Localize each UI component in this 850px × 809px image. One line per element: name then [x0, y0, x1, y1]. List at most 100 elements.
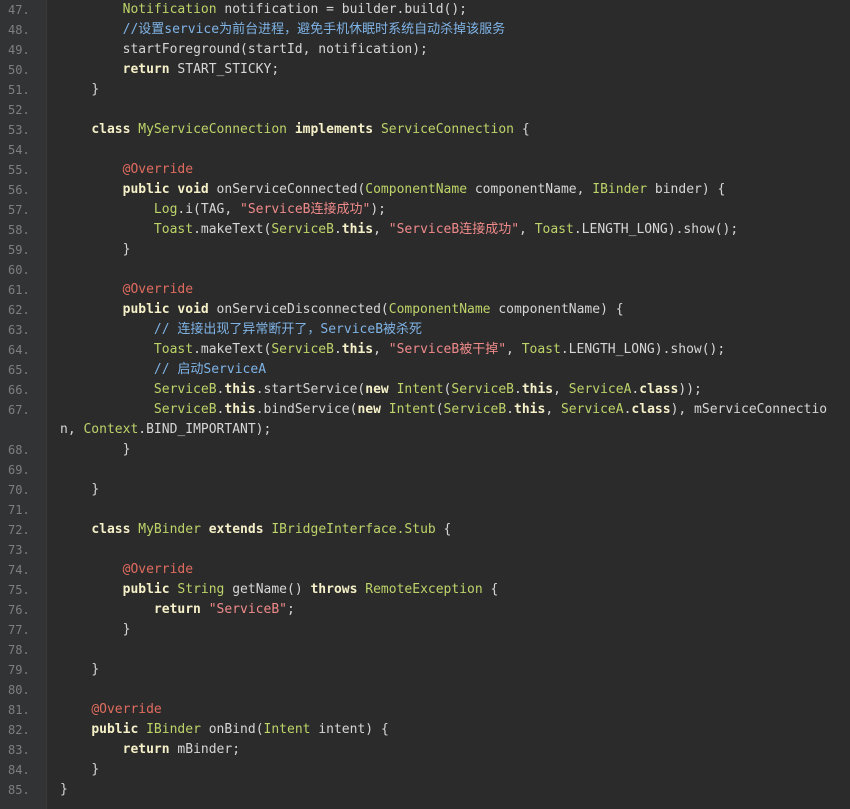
- line-number: 75.: [8, 583, 30, 597]
- code-text: }: [60, 760, 840, 780]
- code-line[interactable]: 56. public void onServiceConnected(Compo…: [0, 180, 850, 200]
- code-line[interactable]: 72. class MyBinder extends IBridgeInterf…: [0, 520, 850, 540]
- code-line[interactable]: 53. class MyServiceConnection implements…: [0, 120, 850, 140]
- code-line[interactable]: 84. }: [0, 760, 850, 780]
- code-token: componentName,: [467, 182, 593, 197]
- code-line[interactable]: 75. public String getName() throws Remot…: [0, 580, 850, 600]
- code-token: );: [370, 202, 386, 217]
- code-text: return "ServiceB";: [60, 600, 840, 620]
- code-text: class MyBinder extends IBridgeInterface.…: [60, 520, 840, 540]
- code-line[interactable]: 79. }: [0, 660, 850, 680]
- code-line[interactable]: 71.: [0, 500, 850, 520]
- code-token: class: [631, 402, 671, 417]
- code-token: RemoteException: [365, 582, 483, 597]
- code-token: //设置service为前台进程，避免手机休眠时系统自动杀掉该服务: [122, 22, 506, 37]
- line-number: 71.: [8, 503, 30, 517]
- code-token: }: [91, 82, 100, 97]
- code-line[interactable]: 74. @Override: [0, 560, 850, 580]
- code-token: class: [91, 122, 131, 137]
- code-line[interactable]: 54.: [0, 140, 850, 160]
- code-token: Intent: [396, 382, 444, 397]
- code-line[interactable]: 64. Toast.makeText(ServiceB.this, "Servi…: [0, 340, 850, 360]
- line-number: 59.: [8, 243, 30, 257]
- code-line[interactable]: 83. return mBinder;: [0, 740, 850, 760]
- code-line[interactable]: 77. }: [0, 620, 850, 640]
- line-number: 70.: [8, 483, 30, 497]
- code-editor[interactable]: 47. Notification notification = builder.…: [0, 0, 850, 809]
- code-line[interactable]: 48. //设置service为前台进程，避免手机休眠时系统自动杀掉该服务: [0, 20, 850, 40]
- code-token: componentName) {: [490, 302, 624, 317]
- line-number: 47.: [8, 3, 30, 17]
- code-token: "ServiceB": [208, 602, 287, 617]
- code-line[interactable]: 80.: [0, 680, 850, 700]
- code-line[interactable]: 50. return START_STICKY;: [0, 60, 850, 80]
- code-line[interactable]: 81. @Override: [0, 700, 850, 720]
- code-line[interactable]: 78.: [0, 640, 850, 660]
- code-line[interactable]: 62. public void onServiceDisconnected(Co…: [0, 300, 850, 320]
- line-number: 69.: [8, 463, 30, 477]
- code-line[interactable]: 55. @Override: [0, 160, 850, 180]
- code-line[interactable]: 59. }: [0, 240, 850, 260]
- code-line[interactable]: 70. }: [0, 480, 850, 500]
- code-token: this: [521, 382, 554, 397]
- code-token: .: [514, 382, 522, 397]
- code-line[interactable]: 73.: [0, 540, 850, 560]
- code-line[interactable]: 47. Notification notification = builder.…: [0, 0, 850, 20]
- code-token: new: [365, 382, 389, 397]
- code-token: (: [435, 402, 444, 417]
- code-token: Toast: [521, 342, 561, 357]
- code-line[interactable]: 52.: [0, 100, 850, 120]
- code-token: ServiceB: [153, 382, 217, 397]
- code-line[interactable]: 61. @Override: [0, 280, 850, 300]
- code-line[interactable]: 82. public IBinder onBind(Intent intent)…: [0, 720, 850, 740]
- code-line[interactable]: 66. ServiceB.this.startService(new Inten…: [0, 380, 850, 400]
- code-line[interactable]: 65. // 启动ServiceA: [0, 360, 850, 380]
- code-token: {: [482, 582, 499, 597]
- code-line[interactable]: 57. Log.i(TAG, "ServiceB连接成功");: [0, 200, 850, 220]
- code-line[interactable]: 63. // 连接出现了异常断开了，ServiceB被杀死: [0, 320, 850, 340]
- line-number: 60.: [8, 263, 30, 277]
- code-token: .: [333, 342, 342, 357]
- code-token: this: [224, 402, 256, 417]
- code-line[interactable]: 51. }: [0, 80, 850, 100]
- code-token: IBinder: [592, 182, 648, 197]
- code-line[interactable]: 68. }: [0, 440, 850, 460]
- code-token: notification = builder.build();: [216, 2, 467, 17]
- code-token: ServiceConnection: [380, 122, 514, 137]
- line-number: 48.: [8, 23, 30, 37]
- code-line[interactable]: 58. Toast.makeText(ServiceB.this, "Servi…: [0, 220, 850, 240]
- code-area[interactable]: 47. Notification notification = builder.…: [0, 0, 850, 800]
- code-token: @Override: [122, 562, 194, 577]
- line-number: 61.: [8, 283, 30, 297]
- code-token: public: [91, 722, 139, 737]
- code-line[interactable]: 85.}: [0, 780, 850, 800]
- code-token: onServiceConnected(: [208, 182, 366, 197]
- line-number: 77.: [8, 623, 30, 637]
- code-text: Notification notification = builder.buil…: [60, 0, 840, 20]
- code-token: // 连接出现了异常断开了，ServiceB被杀死: [153, 322, 423, 337]
- code-text: startForeground(startId, notification);: [60, 40, 840, 60]
- line-number: 80.: [8, 683, 30, 697]
- line-number: 67.: [8, 403, 30, 417]
- code-token: MyServiceConnection: [138, 122, 287, 137]
- code-token: String: [177, 582, 225, 597]
- code-token: IBinder: [146, 722, 201, 737]
- code-token: ServiceB: [271, 222, 334, 237]
- code-token: // 启动ServiceA: [153, 362, 267, 377]
- code-line[interactable]: 67. ServiceB.this.bindService(new Intent…: [0, 400, 850, 440]
- code-line[interactable]: 76. return "ServiceB";: [0, 600, 850, 620]
- code-line[interactable]: 69.: [0, 460, 850, 480]
- line-number: 56.: [8, 183, 30, 197]
- code-line[interactable]: 60.: [0, 260, 850, 280]
- code-line[interactable]: 49. startForeground(startId, notificatio…: [0, 40, 850, 60]
- line-number: 81.: [8, 703, 30, 717]
